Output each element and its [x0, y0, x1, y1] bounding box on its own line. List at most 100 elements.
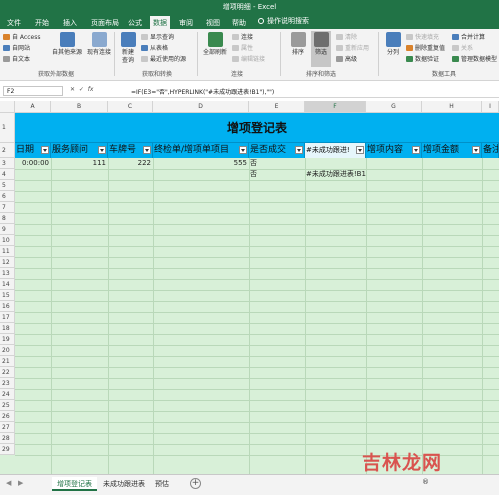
row-header[interactable]: 20 — [0, 345, 15, 356]
row-header[interactable]: 19 — [0, 334, 15, 345]
tab-data[interactable]: 数据 — [150, 16, 170, 29]
row-header[interactable]: 2 — [0, 143, 15, 158]
row-header[interactable]: 12 — [0, 257, 15, 268]
tab-review[interactable]: 审阅 — [176, 16, 196, 29]
cell-f4-hyperlink[interactable]: #未成功跟进表!B1 — [306, 170, 366, 178]
row-header[interactable]: 5 — [0, 180, 15, 191]
from-access-button[interactable]: 自 Access — [3, 33, 40, 43]
row-header[interactable]: 3 — [0, 158, 15, 169]
sheet-tab-registration[interactable]: 增项登记表 — [52, 477, 97, 491]
row-header[interactable]: 27 — [0, 422, 15, 433]
cell-e3[interactable]: 否 — [250, 159, 257, 167]
tab-help[interactable]: 帮助 — [229, 16, 249, 29]
cell-d3[interactable]: 555 — [153, 159, 247, 167]
show-queries-button[interactable]: 显示查询 — [141, 33, 174, 43]
column-header-e[interactable]: E — [249, 101, 305, 113]
row-header[interactable]: 7 — [0, 202, 15, 213]
from-table-button[interactable]: 从表格 — [141, 44, 168, 54]
recent-sources-button[interactable]: 最近使用的源 — [141, 55, 186, 65]
header-cell-advisor[interactable]: 服务顾问 — [51, 143, 108, 158]
header-cell-deal[interactable]: 是否成交 — [249, 143, 305, 158]
filter-dropdown-icon[interactable] — [295, 146, 303, 154]
data-validation-button[interactable]: 数据验证 — [406, 55, 439, 65]
remove-duplicates-button[interactable]: 删除重复值 — [406, 44, 445, 54]
scroll-left-icon[interactable]: ◀ — [6, 479, 11, 487]
refresh-all-button[interactable]: 全部刷新 — [202, 32, 228, 57]
row-header[interactable]: 6 — [0, 191, 15, 202]
filter-button[interactable]: 筛选 — [311, 32, 331, 57]
tell-me-search[interactable]: 操作说明搜索 — [258, 16, 309, 26]
header-cell-item[interactable]: 终检单/增项单项目 — [153, 143, 249, 158]
properties-button[interactable]: 属性 — [232, 44, 253, 54]
function-icon[interactable]: fx — [88, 86, 94, 93]
column-header-h[interactable]: H — [422, 101, 482, 113]
column-header-a[interactable]: A — [15, 101, 51, 113]
filter-dropdown-icon[interactable] — [356, 146, 364, 154]
consolidate-button[interactable]: 合并计算 — [452, 33, 485, 43]
filter-dropdown-icon[interactable] — [239, 146, 247, 154]
filter-dropdown-icon[interactable] — [472, 146, 480, 154]
manage-data-model-button[interactable]: 管理数据模型 — [452, 55, 497, 65]
cell-e4[interactable]: 否 — [250, 170, 257, 178]
reapply-button[interactable]: 重新应用 — [336, 44, 369, 54]
cell-b3[interactable]: 111 — [51, 159, 106, 167]
edit-links-button[interactable]: 编辑链接 — [232, 55, 265, 65]
row-header[interactable]: 23 — [0, 378, 15, 389]
tab-file[interactable]: 文件 — [4, 16, 24, 29]
advanced-filter-button[interactable]: 高级 — [336, 55, 357, 65]
row-header[interactable]: 24 — [0, 389, 15, 400]
row-header[interactable]: 9 — [0, 224, 15, 235]
sheet-tab-estimate[interactable]: 预估 — [150, 477, 174, 491]
sort-button[interactable]: 排序 — [288, 32, 308, 57]
cancel-icon[interactable]: ✕ — [70, 86, 75, 93]
select-all-corner[interactable] — [0, 101, 15, 113]
row-header[interactable]: 22 — [0, 367, 15, 378]
row-header[interactable]: 18 — [0, 323, 15, 334]
name-box[interactable]: F2 — [3, 86, 63, 96]
row-header[interactable]: 11 — [0, 246, 15, 257]
row-header[interactable]: 17 — [0, 312, 15, 323]
tab-formulas[interactable]: 公式 — [125, 16, 145, 29]
connections-button[interactable]: 连接 — [232, 33, 253, 43]
header-cell-plate[interactable]: 车牌号 — [108, 143, 153, 158]
from-text-button[interactable]: 自文本 — [3, 55, 30, 65]
header-cell-content[interactable]: 增项内容 — [366, 143, 422, 158]
from-web-button[interactable]: 自网站 — [3, 44, 30, 54]
other-sources-button[interactable]: 自其他来源 — [50, 32, 84, 57]
filter-dropdown-icon[interactable] — [41, 146, 49, 154]
row-header[interactable]: 26 — [0, 411, 15, 422]
row-header[interactable]: 10 — [0, 235, 15, 246]
row-header[interactable]: 29 — [0, 444, 15, 455]
row-header[interactable]: 8 — [0, 213, 15, 224]
filter-dropdown-icon[interactable] — [143, 146, 151, 154]
column-header-d[interactable]: D — [153, 101, 249, 113]
add-sheet-icon[interactable]: + — [190, 478, 201, 489]
row-header[interactable]: 25 — [0, 400, 15, 411]
text-to-columns-button[interactable]: 分列 — [383, 32, 403, 57]
clear-filter-button[interactable]: 清除 — [336, 33, 357, 43]
tab-home[interactable]: 开始 — [32, 16, 52, 29]
tab-page-layout[interactable]: 页面布局 — [88, 16, 122, 29]
existing-connections-button[interactable]: 现有连接 — [85, 32, 113, 57]
filter-dropdown-icon[interactable] — [98, 146, 106, 154]
column-header-f[interactable]: F — [305, 101, 366, 113]
filter-dropdown-icon[interactable] — [412, 146, 420, 154]
header-cell-date[interactable]: 日期 — [15, 143, 51, 158]
header-cell-amount[interactable]: 增项金额 — [422, 143, 482, 158]
row-header[interactable]: 4 — [0, 169, 15, 180]
column-header-g[interactable]: G — [366, 101, 422, 113]
row-header[interactable]: 28 — [0, 433, 15, 444]
cell-a3[interactable]: 0:00:00 — [15, 159, 49, 167]
tab-view[interactable]: 视图 — [203, 16, 223, 29]
scroll-right-icon[interactable]: ▶ — [18, 479, 23, 487]
column-header-c[interactable]: C — [108, 101, 153, 113]
row-header[interactable]: 14 — [0, 279, 15, 290]
row-header[interactable]: 1 — [0, 113, 15, 143]
column-header-b[interactable]: B — [51, 101, 108, 113]
row-header[interactable]: 21 — [0, 356, 15, 367]
row-header[interactable]: 16 — [0, 301, 15, 312]
header-cell-notes[interactable]: 备注 — [482, 143, 499, 158]
flash-fill-button[interactable]: 快速填充 — [406, 33, 439, 43]
column-header-i[interactable]: I — [482, 101, 499, 113]
header-cell-followup-link[interactable]: #未成功跟进! — [305, 143, 366, 158]
